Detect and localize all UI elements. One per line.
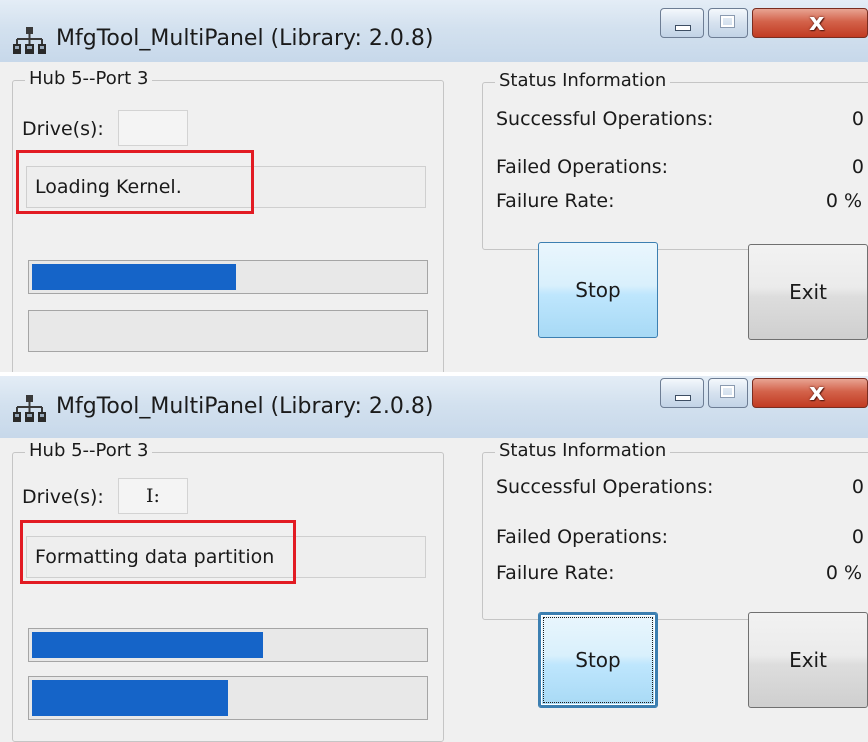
progress-fill-top — [32, 632, 264, 658]
app-network-icon — [13, 27, 46, 54]
exit-button[interactable]: Exit — [748, 244, 868, 340]
successful-operations-label: Successful Operations: — [496, 108, 714, 130]
close-button[interactable]: x — [752, 8, 868, 38]
successful-operations-label: Successful Operations: — [496, 476, 714, 498]
failure-rate-label: Failure Rate: — [496, 190, 615, 212]
successful-operations-value: 0 — [851, 108, 864, 130]
app-network-icon — [13, 395, 46, 422]
status-information-legend: Status Information — [495, 440, 671, 461]
title-bar[interactable]: MfgTool_MultiPanel (Library: 2.0.8) x — [0, 376, 868, 438]
failed-operations-value: 0 — [851, 526, 864, 548]
stop-button[interactable]: Stop — [538, 612, 658, 708]
minimize-button[interactable] — [660, 8, 704, 38]
maximize-icon — [720, 15, 735, 28]
hub-port-label: Hub 5--Port 3 — [25, 68, 153, 89]
minimize-icon — [675, 25, 691, 31]
progress-fill-top — [32, 264, 236, 290]
mfgtool-window-2: MfgTool_MultiPanel (Library: 2.0.8) x Hu… — [0, 376, 868, 742]
status-information-legend: Status Information — [495, 70, 671, 91]
close-icon: x — [809, 8, 825, 36]
failure-rate-label: Failure Rate: — [496, 562, 615, 584]
successful-operations-value: 0 — [851, 476, 864, 498]
drive-value-field — [118, 110, 188, 146]
progress-fill-bottom — [32, 680, 228, 716]
minimize-button[interactable] — [660, 378, 704, 408]
red-highlight-box — [16, 150, 254, 214]
close-button[interactable]: x — [752, 378, 868, 408]
window-title: MfgTool_MultiPanel (Library: 2.0.8) — [56, 26, 434, 51]
red-highlight-box — [20, 520, 296, 584]
mfgtool-window-1: MfgTool_MultiPanel (Library: 2.0.8) x Hu… — [0, 0, 868, 372]
drive-label: Drive(s): — [22, 118, 104, 140]
maximize-icon — [720, 385, 735, 398]
hub-port-label: Hub 5--Port 3 — [25, 440, 153, 461]
progress-bar-top — [28, 260, 428, 294]
drive-label: Drive(s): — [22, 486, 104, 508]
failure-rate-value: 0 % — [825, 190, 862, 212]
maximize-button[interactable] — [708, 8, 748, 38]
close-icon: x — [809, 378, 825, 406]
progress-bar-bottom — [28, 676, 428, 720]
stop-button[interactable]: Stop — [538, 242, 658, 338]
failure-rate-value: 0 % — [825, 562, 862, 584]
failed-operations-label: Failed Operations: — [496, 156, 669, 178]
failed-operations-value: 0 — [851, 156, 864, 178]
maximize-button[interactable] — [708, 378, 748, 408]
drive-value-field: I: — [118, 478, 188, 514]
failed-operations-label: Failed Operations: — [496, 526, 669, 548]
window-title: MfgTool_MultiPanel (Library: 2.0.8) — [56, 394, 434, 419]
progress-bar-top — [28, 628, 428, 662]
title-bar[interactable]: MfgTool_MultiPanel (Library: 2.0.8) x — [0, 0, 868, 62]
progress-bar-bottom — [28, 310, 428, 352]
exit-button[interactable]: Exit — [748, 612, 868, 708]
minimize-icon — [675, 395, 691, 401]
